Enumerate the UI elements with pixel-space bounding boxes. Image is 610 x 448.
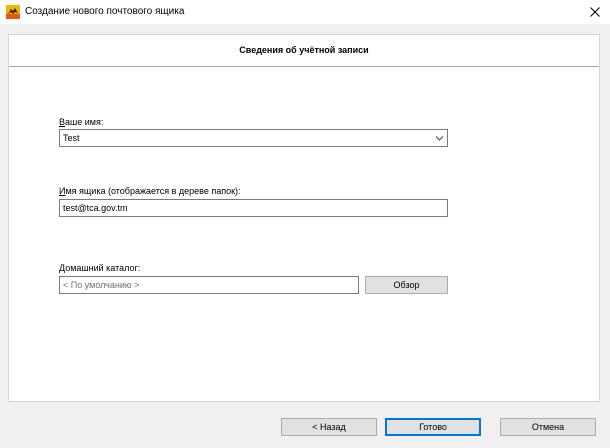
close-button[interactable] (580, 0, 610, 24)
section-title: Сведения об учётной записи (239, 45, 369, 55)
chevron-down-icon[interactable] (435, 134, 444, 142)
cancel-button[interactable]: Отмена (500, 418, 596, 436)
account-details-panel: Сведения об учётной записи Ваше имя: Tes… (8, 34, 600, 402)
back-button[interactable]: < Назад (281, 418, 377, 436)
home-dir-input[interactable]: < По умолчанию > (59, 276, 359, 294)
home-dir-label-text: омашний каталог: (65, 263, 141, 273)
name-label-text: аше имя: (65, 117, 104, 127)
name-combobox[interactable]: Test (59, 129, 448, 147)
name-combobox-value: Test (63, 133, 80, 143)
name-label: Ваше имя: (59, 117, 103, 127)
title-bar: Создание нового почтового ящика (0, 0, 610, 24)
close-icon (590, 7, 600, 17)
bat-mail-icon (6, 5, 20, 19)
browse-button[interactable]: Обзор (365, 276, 448, 294)
mailbox-label: Имя ящика (отображается в дереве папок): (59, 186, 241, 196)
panel-header: Сведения об учётной записи (9, 35, 599, 67)
window-title: Создание нового почтового ящика (25, 6, 185, 17)
mailbox-name-input[interactable]: test@tca.gov.tm (59, 199, 448, 217)
dialog-window: { "window": { "title": "Создание нового … (0, 0, 610, 448)
finish-button[interactable]: Готово (385, 418, 481, 436)
mailbox-label-text: мя ящика (отображается в дереве папок): (65, 186, 241, 196)
home-dir-label: Домашний каталог: (59, 263, 140, 273)
